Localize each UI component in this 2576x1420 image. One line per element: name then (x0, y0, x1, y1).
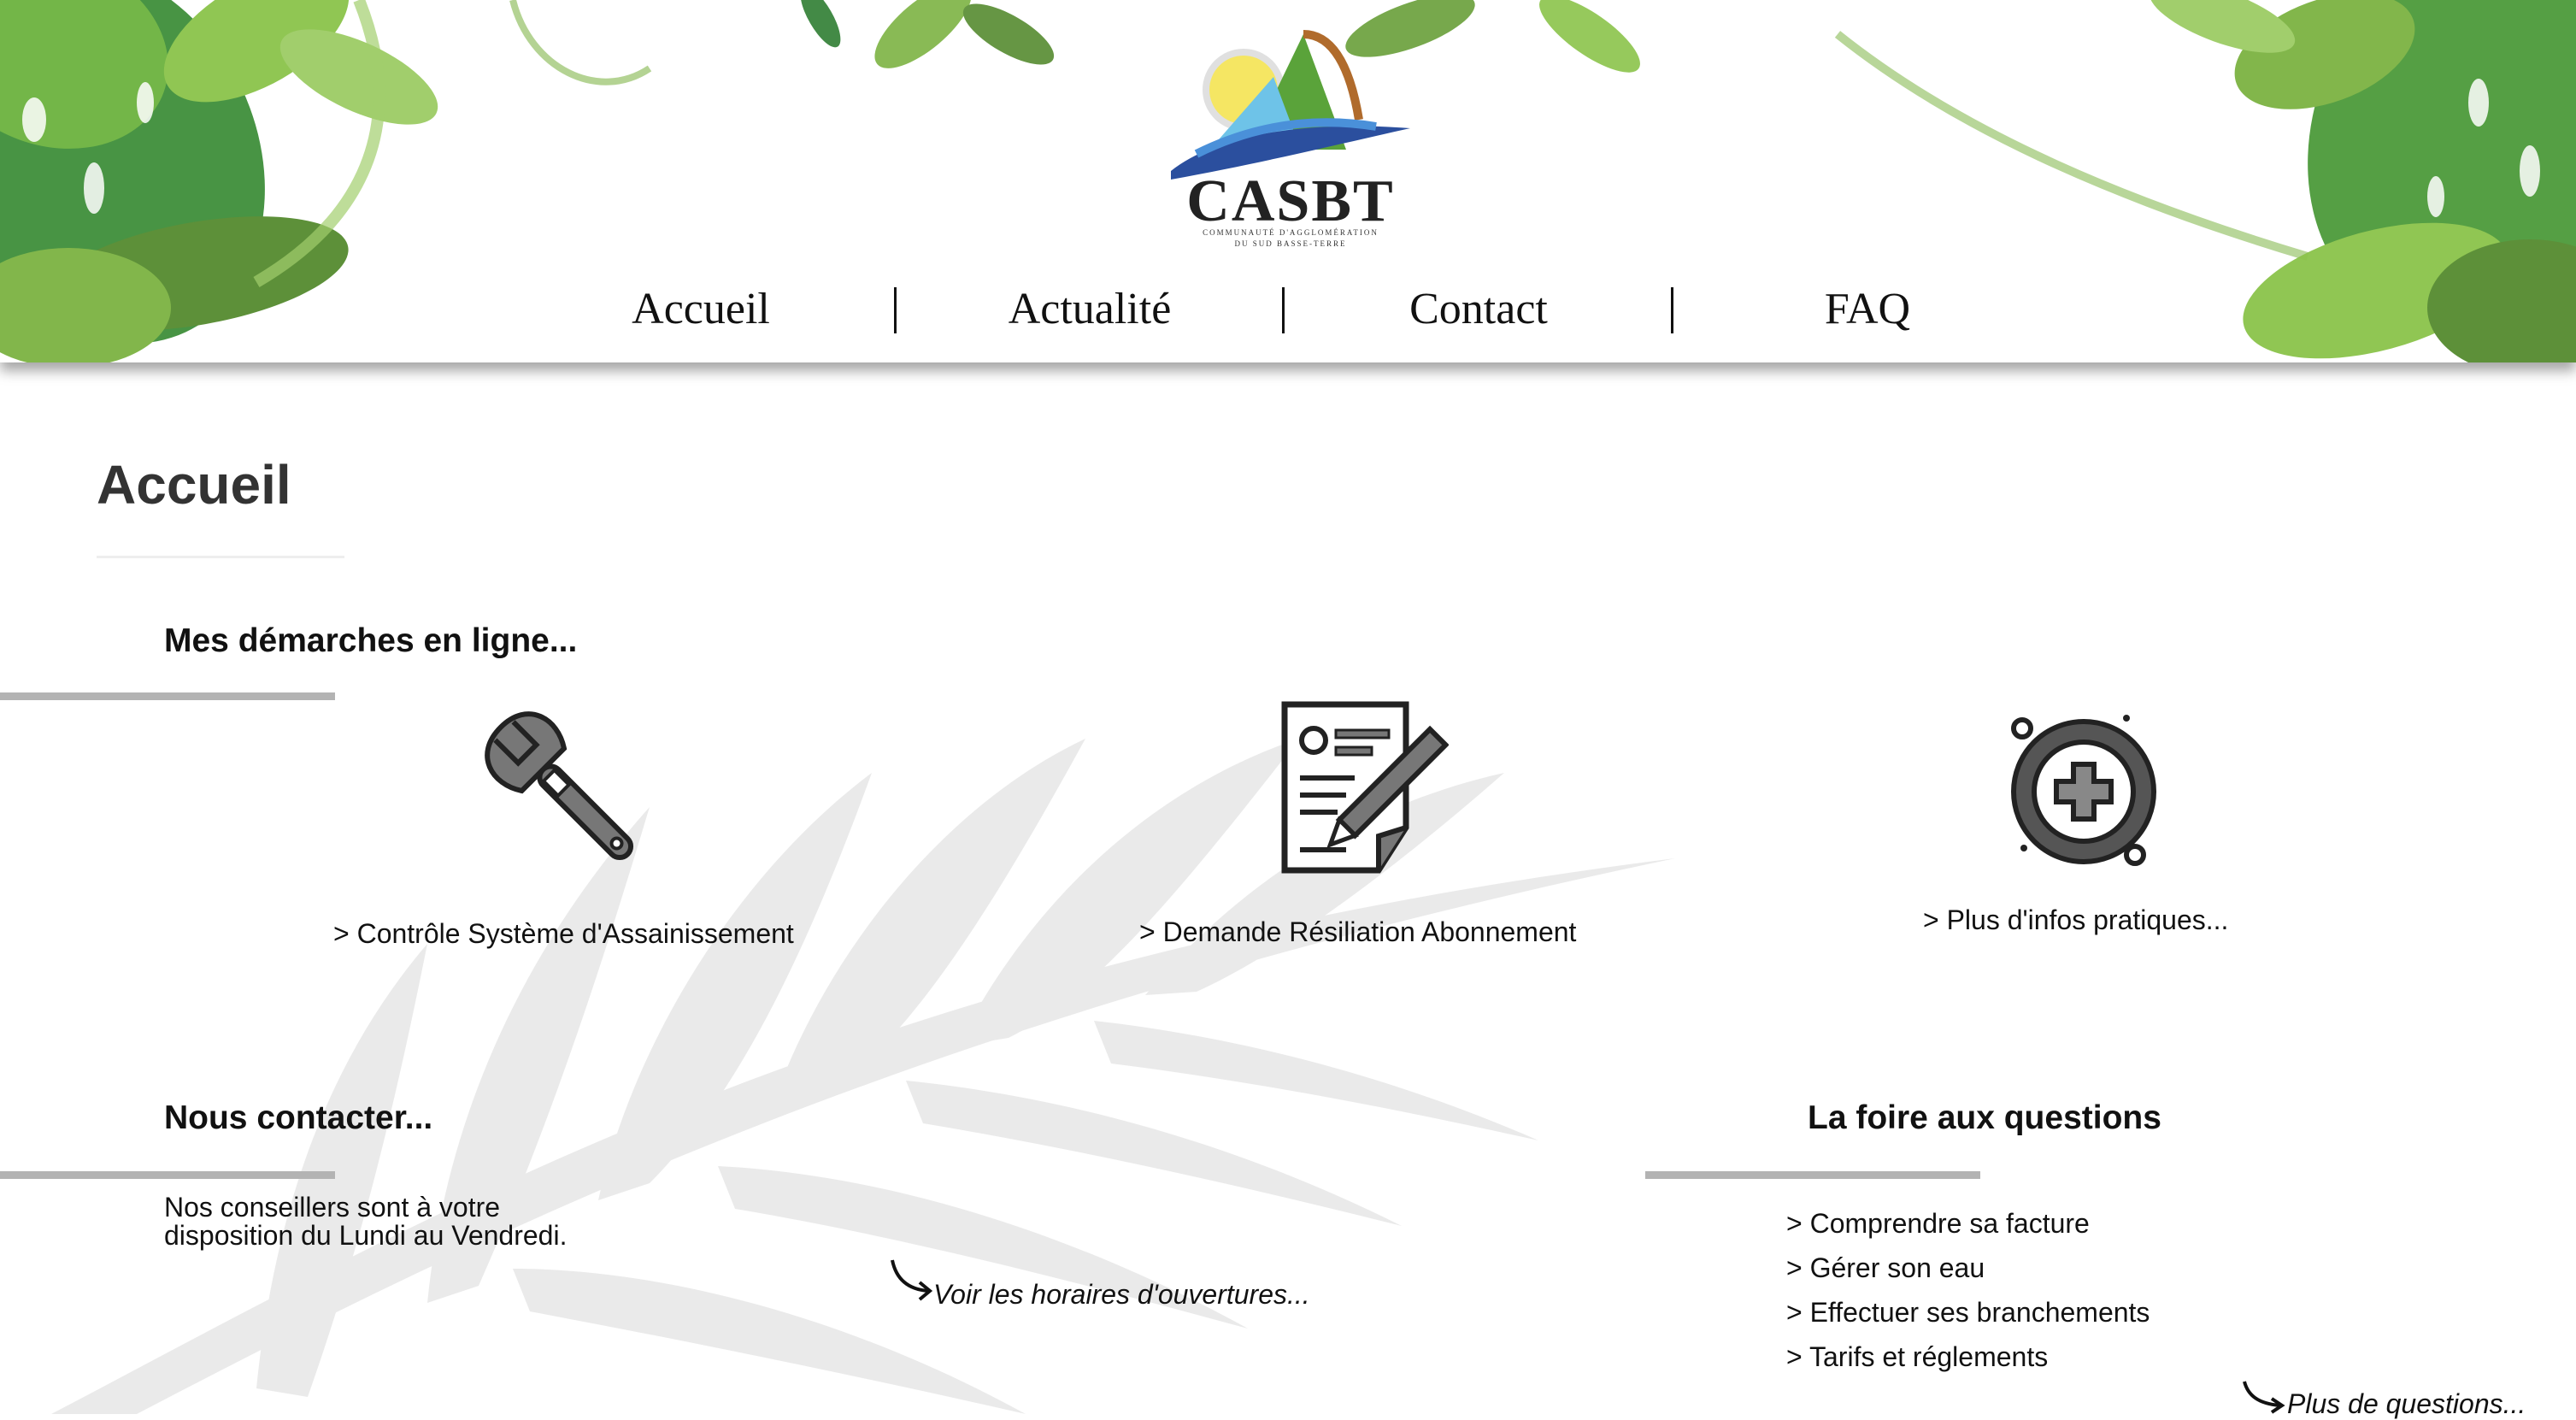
nav-item-accueil[interactable]: Accueil (598, 275, 803, 344)
palm-leaf-watermark (51, 739, 1675, 1414)
card-link-controle-assainissement[interactable]: > Contrôle Système d'Assainissement (333, 918, 794, 950)
main-nav: Accueil Actualité Contact FAQ (0, 275, 2576, 344)
nav-separator (1282, 287, 1285, 333)
nav-item-contact[interactable]: Contact (1367, 275, 1590, 344)
contact-heading: Nous contacter... (164, 1099, 433, 1136)
faq-item[interactable]: > Tarifs et réglements (1786, 1335, 2150, 1379)
faq-heading: La foire aux questions (1808, 1099, 2161, 1136)
plus-circle-icon[interactable] (1998, 708, 2169, 879)
card-link-plus-infos[interactable]: > Plus d'infos pratiques... (1923, 904, 2228, 936)
nav-separator (894, 287, 897, 333)
demarches-heading: Mes démarches en ligne... (164, 622, 578, 659)
title-divider (97, 556, 344, 558)
opening-hours-link[interactable]: Voir les horaires d'ouvertures... (933, 1279, 1310, 1311)
nav-item-actualite[interactable]: Actualité (966, 275, 1214, 344)
nav-item-faq[interactable]: FAQ (1786, 275, 1949, 344)
site-header: CASBT COMMUNAUTÉ D'AGGLOMÉRATION DU SUD … (0, 0, 2576, 362)
page-title: Accueil (97, 454, 291, 516)
faq-item[interactable]: > Effectuer ses branchements (1786, 1290, 2150, 1335)
curved-arrow-icon (2243, 1381, 2285, 1414)
curved-arrow-icon (891, 1259, 933, 1301)
faq-item[interactable]: > Gérer son eau (1786, 1246, 2150, 1290)
logo-subtitle: COMMUNAUTÉ D'AGGLOMÉRATION DU SUD BASSE-… (1203, 228, 1379, 248)
demarches-divider (0, 692, 335, 700)
faq-divider (1645, 1171, 1980, 1179)
logo-text: CASBT (1186, 168, 1395, 234)
contact-divider (0, 1171, 335, 1179)
faq-list: > Comprendre sa facture > Gérer son eau … (1786, 1201, 2150, 1379)
card-link-resiliation-abonnement[interactable]: > Demande Résiliation Abonnement (1139, 916, 1576, 948)
faq-item[interactable]: > Comprendre sa facture (1786, 1201, 2150, 1246)
wrench-icon[interactable] (474, 701, 654, 881)
nav-separator (1671, 287, 1673, 333)
document-pen-icon[interactable] (1278, 699, 1449, 879)
contact-description: Nos conseillers sont à votre disposition… (164, 1192, 568, 1251)
more-questions-link[interactable]: Plus de questions... (2287, 1388, 2526, 1420)
